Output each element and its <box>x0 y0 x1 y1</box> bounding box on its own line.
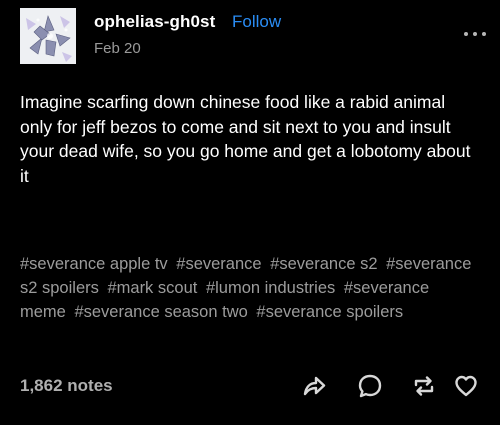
avatar[interactable] <box>20 8 76 64</box>
heart-icon <box>455 375 477 397</box>
tag-link[interactable]: #severance apple tv <box>20 255 168 273</box>
post-body-text: Imagine scarfing down chinese food like … <box>20 92 471 186</box>
reply-bubble-icon <box>358 374 382 398</box>
tag-link[interactable]: #mark scout <box>107 279 197 297</box>
like-button[interactable] <box>452 372 480 400</box>
reblog-button[interactable] <box>410 372 438 400</box>
tag-link[interactable]: #severance <box>176 255 261 273</box>
tag-link[interactable]: #lumon industries <box>206 279 335 297</box>
tag-link[interactable]: #severance spoilers <box>256 303 403 321</box>
more-dot <box>464 32 468 36</box>
reply-button[interactable] <box>356 372 384 400</box>
post-date: Feb 20 <box>94 40 141 57</box>
reblog-icon <box>414 376 434 396</box>
post-header: ophelias-gh0st Follow Feb 20 <box>20 8 486 64</box>
follow-button[interactable]: Follow <box>232 12 281 32</box>
more-options-button[interactable] <box>464 28 488 40</box>
more-dot <box>482 32 486 36</box>
notes-count[interactable]: 1,862 notes <box>20 376 113 396</box>
tag-link[interactable]: #severance s2 <box>270 255 377 273</box>
tag-link[interactable]: #severance season two <box>74 303 247 321</box>
post-footer: 1,862 notes <box>20 372 480 400</box>
username[interactable]: ophelias-gh0st <box>94 12 215 32</box>
share-button[interactable] <box>300 372 328 400</box>
share-arrow-icon <box>303 376 326 396</box>
tag-list: #severance apple tv #severance #severanc… <box>20 252 482 324</box>
more-dot <box>473 32 477 36</box>
avatar-illustration-icon <box>20 8 76 64</box>
post-card: ophelias-gh0st Follow Feb 20 Imagine sca… <box>0 0 500 425</box>
